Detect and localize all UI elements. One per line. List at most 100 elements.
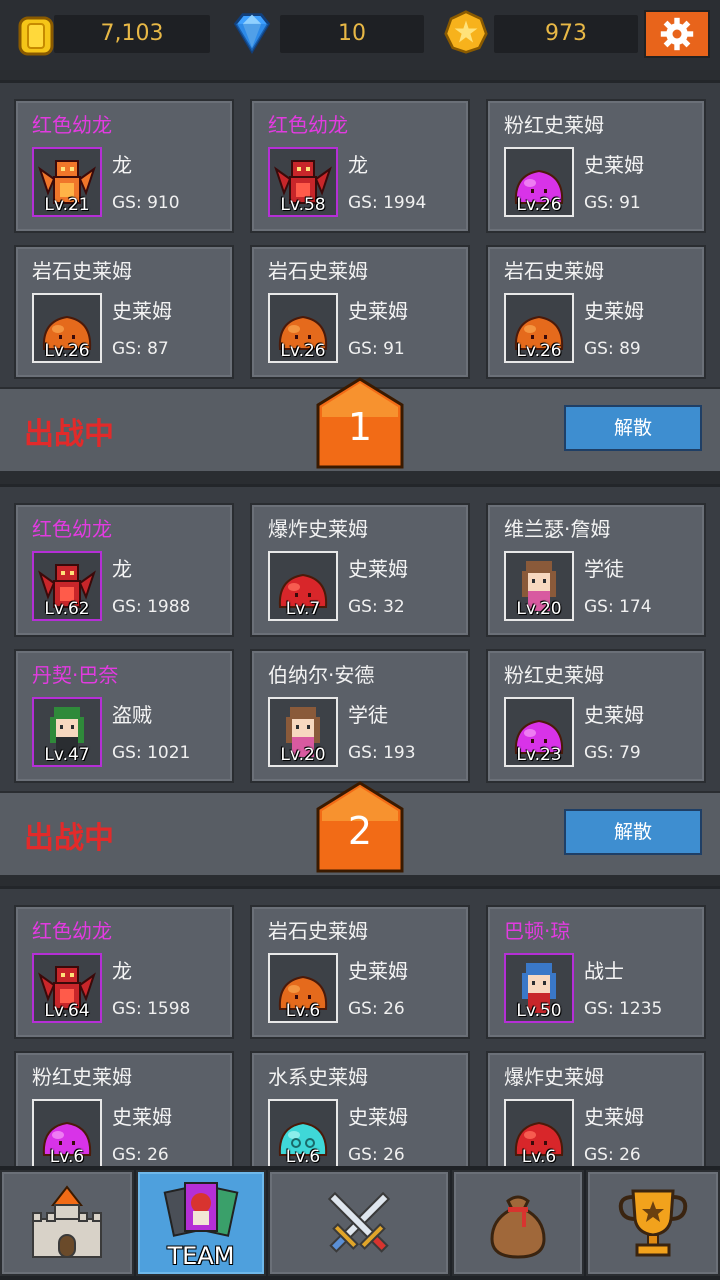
gold-value: 7,103	[54, 15, 210, 53]
gem-counter: 10	[230, 13, 424, 55]
member-card[interactable]: 红色幼龙 Lv.64 龙 GS: 1598	[14, 905, 234, 1039]
member-class: 史莱姆	[348, 959, 408, 983]
member-level: Lv.50	[516, 1001, 562, 1021]
member-card[interactable]: 粉红史莱姆 Lv.26 史莱姆 GS: 91	[486, 99, 706, 233]
member-class: 龙	[112, 959, 132, 983]
member-card[interactable]: 伯纳尔·安德 Lv.20 学徒 GS: 193	[250, 649, 470, 783]
member-name: 粉红史莱姆	[504, 663, 604, 687]
member-class: 史莱姆	[348, 1105, 408, 1129]
member-level: Lv.47	[44, 745, 90, 765]
member-class: 龙	[112, 153, 132, 177]
member-card[interactable]: 维兰瑟·詹姆 Lv.20 学徒 GS: 174	[486, 503, 706, 637]
member-level: Lv.6	[49, 1147, 85, 1167]
disband-button[interactable]: 解散	[564, 405, 702, 451]
member-card[interactable]: 粉红史莱姆 Lv.23 史莱姆 GS: 79	[486, 649, 706, 783]
member-class: 史莱姆	[348, 299, 408, 323]
team-number-badge: 1	[316, 377, 404, 469]
member-name: 红色幼龙	[268, 113, 348, 137]
member-card[interactable]: 红色幼龙 Lv.62 龙 GS: 1988	[14, 503, 234, 637]
member-gs: GS: 174	[584, 597, 652, 617]
member-class: 史莱姆	[112, 1105, 172, 1129]
member-class: 龙	[348, 153, 368, 177]
member-card[interactable]: 爆炸史莱姆 Lv.7 史莱姆 GS: 32	[250, 503, 470, 637]
member-card[interactable]: 岩石史莱姆 Lv.26 史莱姆 GS: 87	[14, 245, 234, 379]
member-name: 红色幼龙	[32, 517, 112, 541]
member-portrait: Lv.26	[268, 293, 338, 363]
member-card[interactable]: 岩石史莱姆 Lv.6 史莱姆 GS: 26	[250, 905, 470, 1039]
member-portrait: Lv.6	[268, 1099, 338, 1169]
member-gs: GS: 26	[584, 1145, 641, 1165]
member-portrait: Lv.7	[268, 551, 338, 621]
member-level: Lv.23	[516, 745, 562, 765]
nav-team-label: TEAM	[167, 1242, 235, 1270]
member-gs: GS: 87	[112, 339, 169, 359]
member-level: Lv.26	[516, 341, 562, 361]
member-card[interactable]: 岩石史莱姆 Lv.26 史莱姆 GS: 89	[486, 245, 706, 379]
member-level: Lv.6	[521, 1147, 557, 1167]
member-name: 爆炸史莱姆	[504, 1065, 604, 1089]
member-portrait: Lv.20	[504, 551, 574, 621]
member-name: 红色幼龙	[32, 113, 112, 137]
nav-team-button[interactable]: TEAM	[136, 1170, 266, 1276]
member-portrait: Lv.64	[32, 953, 102, 1023]
member-card[interactable]: 岩石史莱姆 Lv.26 史莱姆 GS: 91	[250, 245, 470, 379]
member-class: 史莱姆	[584, 299, 644, 323]
member-gs: GS: 26	[348, 999, 405, 1019]
member-card[interactable]: 粉红史莱姆 Lv.6 史莱姆 GS: 26	[14, 1051, 234, 1185]
member-gs: GS: 26	[348, 1145, 405, 1165]
member-gs: GS: 79	[584, 743, 641, 763]
member-level: Lv.58	[280, 195, 326, 215]
member-portrait: Lv.47	[32, 697, 102, 767]
member-level: Lv.6	[285, 1147, 321, 1167]
member-class: 史莱姆	[348, 557, 408, 581]
member-name: 粉红史莱姆	[504, 113, 604, 137]
gold-counter: 7,103	[14, 14, 210, 56]
gem-value: 10	[280, 15, 424, 53]
nav-trophy-button[interactable]	[586, 1170, 720, 1276]
member-class: 史莱姆	[584, 153, 644, 177]
settings-button[interactable]	[644, 10, 710, 58]
member-card[interactable]: 红色幼龙 Lv.58 龙 GS: 1994	[250, 99, 470, 233]
member-name: 水系史莱姆	[268, 1065, 368, 1089]
member-portrait: Lv.21	[32, 147, 102, 217]
member-gs: GS: 1235	[584, 999, 663, 1019]
team-number: 1	[347, 405, 373, 449]
member-name: 维兰瑟·詹姆	[504, 517, 611, 541]
member-card[interactable]: 爆炸史莱姆 Lv.6 史莱姆 GS: 26	[486, 1051, 706, 1185]
member-portrait: Lv.26	[504, 293, 574, 363]
member-class: 史莱姆	[584, 1105, 644, 1129]
member-class: 史莱姆	[112, 299, 172, 323]
member-level: Lv.7	[285, 599, 321, 619]
disband-button[interactable]: 解散	[564, 809, 702, 855]
nav-loot-button[interactable]	[452, 1170, 584, 1276]
member-level: Lv.6	[285, 1001, 321, 1021]
member-class: 盗贼	[112, 703, 152, 727]
member-portrait: Lv.6	[268, 953, 338, 1023]
member-portrait: Lv.58	[268, 147, 338, 217]
member-level: Lv.64	[44, 1001, 90, 1021]
castle-icon	[32, 1185, 102, 1258]
member-card[interactable]: 水系史莱姆 Lv.6 史莱姆 GS: 26	[250, 1051, 470, 1185]
member-portrait: Lv.26	[504, 147, 574, 217]
member-card[interactable]: 丹契·巴奈 Lv.47 盗贼 GS: 1021	[14, 649, 234, 783]
member-name: 丹契·巴奈	[32, 663, 119, 687]
gear-icon	[660, 17, 694, 51]
team-panel-3: 红色幼龙 Lv.64 龙 GS: 1598 岩石史莱姆 Lv.6 史莱姆 GS:…	[0, 886, 720, 1185]
member-portrait: Lv.62	[32, 551, 102, 621]
member-name: 岩石史莱姆	[268, 919, 368, 943]
member-name: 粉红史莱姆	[32, 1065, 132, 1089]
member-card[interactable]: 巴顿·琼 Lv.50 战士 GS: 1235	[486, 905, 706, 1039]
member-class: 学徒	[348, 703, 388, 727]
member-gs: GS: 1598	[112, 999, 191, 1019]
team-panel-1: 红色幼龙 Lv.21 龙 GS: 910 红色幼龙 Lv.58 龙 GS: 19…	[0, 80, 720, 473]
team-number: 2	[347, 809, 373, 853]
nav-battle-button[interactable]	[268, 1170, 450, 1276]
member-portrait: Lv.26	[32, 293, 102, 363]
member-card[interactable]: 红色幼龙 Lv.21 龙 GS: 910	[14, 99, 234, 233]
member-name: 伯纳尔·安德	[268, 663, 375, 687]
nav-castle-button[interactable]	[0, 1170, 134, 1276]
bottom-navigation: TEAM	[0, 1166, 720, 1280]
member-gs: GS: 26	[112, 1145, 169, 1165]
member-name: 爆炸史莱姆	[268, 517, 368, 541]
star-coin-value: 973	[494, 15, 638, 53]
